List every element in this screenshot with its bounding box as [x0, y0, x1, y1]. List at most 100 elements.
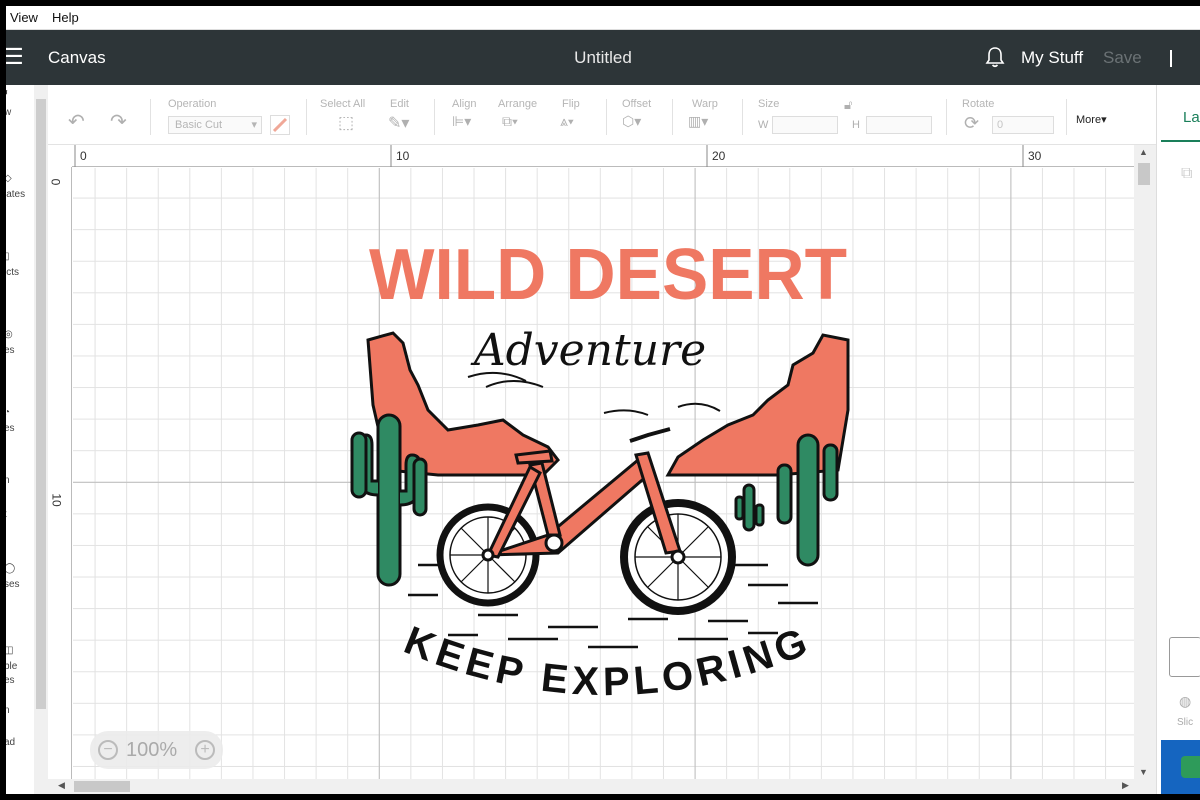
- divider: [946, 99, 947, 135]
- width-input[interactable]: [772, 116, 838, 134]
- sidebar-item-label[interactable]: w: [6, 107, 34, 118]
- design-artwork[interactable]: WILD DESERT Adventure KEEP EXPLORING: [348, 235, 868, 735]
- vertical-scroll-thumb[interactable]: [1138, 163, 1150, 185]
- zoom-out-button[interactable]: −: [98, 740, 118, 760]
- sidebar-item-label[interactable]: es: [6, 675, 34, 686]
- tab-underline: [1161, 140, 1200, 142]
- ruler-top-ticks: [74, 145, 1024, 167]
- rotate-label: Rotate: [962, 98, 995, 110]
- bell-icon[interactable]: [984, 46, 1006, 68]
- sidebar-item-label[interactable]: lates: [6, 189, 34, 200]
- ruler-top-label: 10: [396, 149, 410, 163]
- redo-icon[interactable]: ↷: [110, 109, 127, 134]
- flip-icon[interactable]: ⩓▾: [560, 113, 574, 130]
- rotate-input[interactable]: 0: [992, 116, 1054, 134]
- height-input[interactable]: [866, 116, 932, 134]
- sidebar-item-label[interactable]: ad: [6, 737, 34, 748]
- design-canvas[interactable]: 0 10 20 30 0 10 WILD DESERT Adventure KE…: [48, 145, 1156, 794]
- undo-icon[interactable]: ↶: [68, 109, 85, 134]
- select-all-icon[interactable]: ⬚: [338, 113, 354, 133]
- scroll-right-icon[interactable]: ▶: [1122, 780, 1129, 791]
- sidebar-item-label[interactable]: es: [6, 423, 34, 434]
- horizontal-scrollbar[interactable]: ◀ ▶: [48, 779, 1134, 794]
- offset-icon[interactable]: ⬡▾: [622, 113, 641, 130]
- sidebar-icon[interactable]: ◫: [6, 645, 34, 656]
- more-button[interactable]: More▾: [1076, 113, 1107, 126]
- layer-preview[interactable]: [1169, 637, 1200, 677]
- size-label: Size: [758, 98, 780, 110]
- sidebar-icon[interactable]: ◐: [6, 87, 34, 98]
- ruler-left-label: 0: [48, 178, 63, 186]
- ruler-top-label: 20: [712, 149, 726, 163]
- sidebar-item-label[interactable]: jcts: [6, 267, 34, 278]
- divider: [150, 99, 151, 135]
- ruler-left: 0 10: [48, 167, 72, 779]
- zoom-in-button[interactable]: +: [195, 740, 215, 760]
- header-divider: [1170, 50, 1172, 67]
- align-label: Align: [452, 98, 477, 110]
- scroll-down-icon[interactable]: ▼: [1139, 767, 1148, 777]
- edit-label: Edit: [390, 98, 409, 110]
- arrange-icon[interactable]: ⧉▾: [502, 113, 518, 130]
- divider: [672, 99, 673, 135]
- sidebar-item-label[interactable]: n: [6, 475, 34, 486]
- warp-label: Warp: [692, 98, 718, 110]
- width-label: W: [758, 119, 769, 131]
- save-button[interactable]: Save: [1103, 48, 1142, 68]
- app-header: ☰ Canvas Untitled My Stuff Save: [6, 30, 1200, 85]
- select-all-label: Select All: [320, 98, 366, 110]
- ruler-left-label: 10: [49, 493, 64, 507]
- horizontal-scroll-thumb[interactable]: [74, 781, 130, 792]
- vertical-scrollbar[interactable]: ▲ ▼: [1134, 145, 1156, 794]
- warp-icon[interactable]: ▥▾: [688, 113, 708, 130]
- artwork-tagline: KEEP EXPLORING: [398, 618, 812, 704]
- zoom-control: − 100% +: [90, 731, 223, 769]
- sidebar-item-label[interactable]: es: [6, 345, 34, 356]
- more-label: More: [1076, 114, 1102, 126]
- ruler-top-label: 0: [80, 149, 87, 163]
- sidebar-item-label[interactable]: ble: [6, 661, 34, 672]
- tab-layers[interactable]: La: [1183, 109, 1200, 126]
- scroll-left-icon[interactable]: ◀: [58, 780, 65, 791]
- menu-bar: View Help: [6, 6, 1200, 30]
- sidebar-icon[interactable]: ▯: [6, 251, 34, 262]
- left-sidebar: ◐ w ◇ lates ▯ jcts ◎ es ◔ es n t ◯ ses ◫…: [6, 85, 48, 794]
- ruler-top: 0 10 20 30: [72, 145, 1134, 167]
- slice-icon[interactable]: ◍: [1179, 693, 1191, 710]
- sidebar-icon[interactable]: ◔: [6, 407, 34, 418]
- divider: [1066, 99, 1067, 135]
- slice-label: Slic: [1177, 717, 1194, 728]
- divider: [306, 99, 307, 135]
- sidebar-icon[interactable]: ◇: [6, 173, 34, 184]
- lock-icon[interactable]: 🔓︎: [844, 97, 852, 113]
- app-window: View Help ☰ Canvas Untitled My Stuff Sav…: [6, 6, 1200, 794]
- sidebar-item-label[interactable]: n: [6, 705, 34, 716]
- pen-color-icon[interactable]: [270, 115, 290, 135]
- artwork-script: Adventure: [470, 325, 706, 376]
- operation-select[interactable]: Basic Cut ▾: [168, 116, 262, 134]
- layer-icon[interactable]: ⧉: [1181, 165, 1192, 183]
- artwork-tagline-text: KEEP EXPLORING: [398, 618, 817, 704]
- my-stuff-link[interactable]: My Stuff: [1021, 48, 1083, 68]
- divider: [434, 99, 435, 135]
- operation-value: Basic Cut: [175, 119, 223, 131]
- sidebar-icon[interactable]: ◯: [6, 563, 34, 574]
- sidebar-item-label[interactable]: ses: [6, 579, 34, 590]
- operation-label: Operation: [168, 98, 217, 110]
- sidebar-scroll-thumb[interactable]: [36, 99, 46, 709]
- ruler-top-label: 30: [1028, 149, 1042, 163]
- chat-button[interactable]: [1181, 756, 1200, 778]
- sidebar-icon[interactable]: ◎: [6, 329, 34, 340]
- arrange-label: Arrange: [498, 98, 538, 110]
- cloud-right: [603, 402, 721, 416]
- sidebar-scrollbar[interactable]: [34, 85, 48, 794]
- artwork-title: WILD DESERT: [369, 235, 847, 315]
- align-icon[interactable]: ⊫▾: [452, 113, 471, 130]
- menu-help[interactable]: Help: [52, 10, 79, 25]
- menu-view[interactable]: View: [10, 10, 38, 25]
- sidebar-item-label[interactable]: t: [6, 509, 34, 520]
- edit-icon[interactable]: ✎▾: [388, 113, 409, 133]
- zoom-level: 100%: [126, 739, 178, 761]
- rotate-icon: ⟳: [964, 113, 980, 133]
- scroll-up-icon[interactable]: ▲: [1139, 147, 1148, 157]
